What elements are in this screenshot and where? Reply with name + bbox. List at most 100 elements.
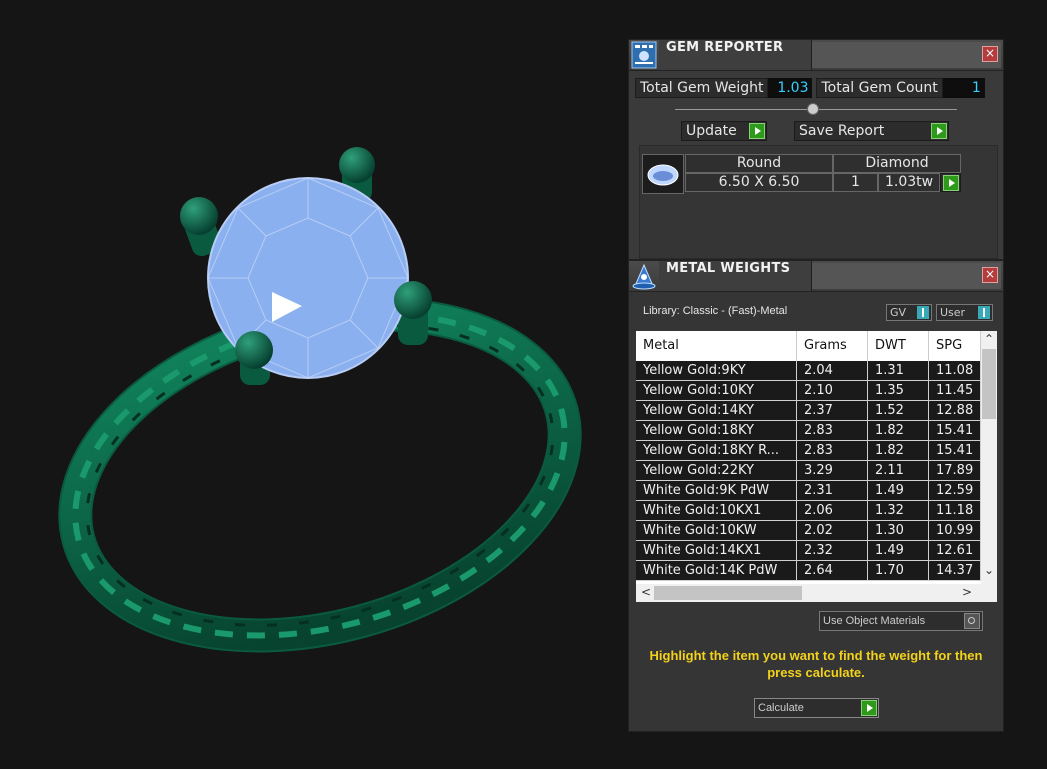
table-row[interactable]: Yellow Gold:18KY R... 2.83 1.82 15.41 (636, 441, 981, 461)
table-row[interactable]: White Gold:10KX1 2.06 1.32 11.18 (636, 501, 981, 521)
spg-cell: 17.89 (929, 461, 981, 480)
use-object-materials-option[interactable]: Use Object Materials (819, 611, 983, 631)
library-label: Library: Classic - (Fast)-Metal (643, 305, 788, 317)
grams-cell: 2.83 (797, 441, 868, 460)
close-button[interactable]: × (982, 46, 998, 62)
scroll-thumb[interactable] (654, 586, 802, 600)
metal-weights-titlebar[interactable]: METAL WEIGHTS × (629, 261, 1003, 292)
metal-cell: Yellow Gold:9KY (636, 361, 797, 380)
spg-cell: 14.37 (929, 561, 981, 580)
spg-cell: 15.41 (929, 441, 981, 460)
column-header-metal[interactable]: Metal (636, 331, 797, 361)
dwt-cell: 1.35 (868, 381, 929, 400)
dwt-cell: 1.32 (868, 501, 929, 520)
dwt-cell: 1.82 (868, 421, 929, 440)
dwt-cell: 1.70 (868, 561, 929, 580)
table-row[interactable]: Yellow Gold:10KY 2.10 1.35 11.45 (636, 381, 981, 401)
gem-size: 6.50 X 6.50 (685, 173, 833, 192)
dwt-cell: 1.31 (868, 361, 929, 380)
gem-list: Round Diamond 6.50 X 6.50 1 1.03tw (639, 145, 998, 259)
column-header-grams[interactable]: Grams (797, 331, 868, 361)
grams-cell: 2.83 (797, 421, 868, 440)
dwt-cell: 1.30 (868, 521, 929, 540)
play-icon (861, 700, 877, 716)
table-row[interactable]: White Gold:14K PdW 2.64 1.70 14.37 (636, 561, 981, 581)
spg-cell: 12.59 (929, 481, 981, 500)
table-header: Metal Grams DWT SPG (636, 331, 981, 361)
total-gem-count-label: Total Gem Count (816, 78, 943, 98)
gem-report-icon (631, 41, 657, 69)
ring-model[interactable] (0, 0, 620, 765)
dwt-cell: 1.52 (868, 401, 929, 420)
save-report-label: Save Report (799, 123, 885, 139)
spg-cell: 12.61 (929, 541, 981, 560)
user-toggle[interactable]: User (936, 304, 993, 321)
save-report-button[interactable]: Save Report (794, 121, 949, 141)
spg-cell: 10.99 (929, 521, 981, 540)
spg-cell: 11.45 (929, 381, 981, 400)
dwt-cell: 2.11 (868, 461, 929, 480)
vertical-scrollbar[interactable]: ⌃ ⌄ (981, 331, 997, 584)
gem-type: Diamond (833, 154, 961, 173)
scroll-up-icon[interactable]: ⌃ (984, 332, 994, 346)
column-header-spg[interactable]: SPG (929, 331, 981, 361)
table-row[interactable]: White Gold:10KW 2.02 1.30 10.99 (636, 521, 981, 541)
metal-cell: White Gold:10KW (636, 521, 797, 540)
metal-cell: Yellow Gold:18KY R... (636, 441, 797, 460)
grams-cell: 2.10 (797, 381, 868, 400)
total-gem-weight-label: Total Gem Weight (635, 78, 769, 98)
grams-cell: 2.37 (797, 401, 868, 420)
gem-weight: 1.03tw (878, 173, 940, 192)
spg-cell: 11.18 (929, 501, 981, 520)
panel-title: GEM REPORTER (666, 40, 784, 55)
calculate-label: Calculate (758, 702, 804, 714)
update-label: Update (686, 123, 737, 139)
column-header-dwt[interactable]: DWT (868, 331, 929, 361)
gv-toggle[interactable]: GV (886, 304, 932, 321)
table-row[interactable]: Yellow Gold:22KY 3.29 2.11 17.89 (636, 461, 981, 481)
metal-cell: White Gold:14KX1 (636, 541, 797, 560)
scale-icon (632, 263, 656, 290)
close-button[interactable]: × (982, 267, 998, 283)
scroll-right-icon[interactable]: > (962, 585, 972, 599)
user-label: User (940, 306, 966, 319)
table-row[interactable]: Yellow Gold:14KY 2.37 1.52 12.88 (636, 401, 981, 421)
scroll-down-icon[interactable]: ⌄ (984, 563, 994, 577)
panel-title: METAL WEIGHTS (666, 261, 791, 276)
grams-cell: 2.31 (797, 481, 868, 500)
3d-viewport[interactable] (0, 0, 620, 765)
table-row[interactable]: Yellow Gold:9KY 2.04 1.31 11.08 (636, 361, 981, 381)
play-icon (943, 175, 959, 191)
gv-label: GV (890, 306, 907, 319)
metal-weights-panel: METAL WEIGHTS × Library: Classic - (Fast… (628, 260, 1004, 732)
grams-cell: 3.29 (797, 461, 868, 480)
metal-cell: Yellow Gold:18KY (636, 421, 797, 440)
radio-icon[interactable] (964, 613, 980, 629)
use-object-materials-label: Use Object Materials (823, 615, 926, 627)
metal-cell: Yellow Gold:10KY (636, 381, 797, 400)
table-row[interactable]: White Gold:9K PdW 2.31 1.49 12.59 (636, 481, 981, 501)
metal-cell: White Gold:9K PdW (636, 481, 797, 500)
scroll-thumb[interactable] (982, 349, 996, 419)
table-row[interactable]: Yellow Gold:18KY 2.83 1.82 15.41 (636, 421, 981, 441)
gem-detail-button[interactable] (940, 173, 961, 192)
splitter-handle[interactable] (807, 103, 819, 115)
gem-reporter-panel: GEM REPORTER × Total Gem Weight 1.03 Tot… (628, 39, 1004, 260)
metal-weights-table[interactable]: Metal Grams DWT SPG Yellow Gold:9KY 2.04 1… (636, 331, 997, 602)
update-button[interactable]: Update (681, 121, 767, 141)
horizontal-scrollbar[interactable]: < > (636, 584, 997, 602)
table-row[interactable]: White Gold:14KX1 2.32 1.49 12.61 (636, 541, 981, 561)
play-icon (749, 123, 765, 139)
grams-cell: 2.64 (797, 561, 868, 580)
table-body: Yellow Gold:9KY 2.04 1.31 11.08 Yellow Gold:… (636, 361, 981, 581)
grams-cell: 2.04 (797, 361, 868, 380)
grams-cell: 2.06 (797, 501, 868, 520)
toggle-knob (917, 306, 929, 319)
total-gem-weight-value: 1.03 (768, 78, 813, 98)
scroll-left-icon[interactable]: < (641, 585, 651, 599)
gem-count: 1 (833, 173, 878, 192)
calculate-button[interactable]: Calculate (754, 698, 879, 718)
gem-reporter-titlebar[interactable]: GEM REPORTER × (629, 40, 1003, 71)
spg-cell: 12.88 (929, 401, 981, 420)
metal-cell: White Gold:10KX1 (636, 501, 797, 520)
